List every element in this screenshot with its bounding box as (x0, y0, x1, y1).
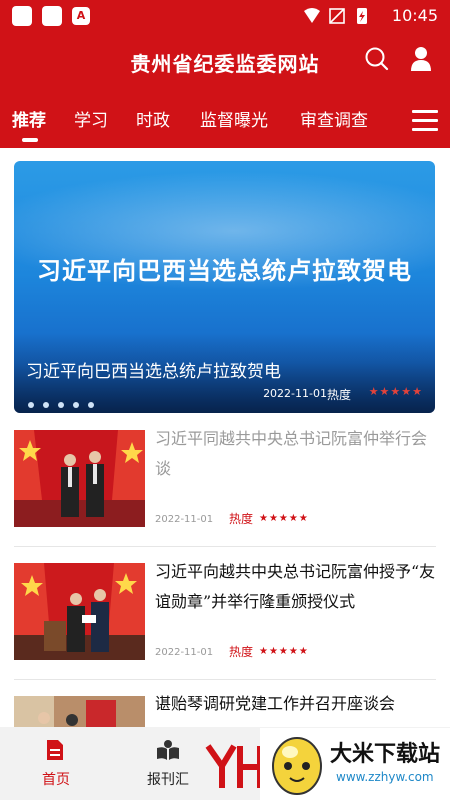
watermark-brand: 大米下载站 (330, 742, 441, 767)
status-icons (304, 8, 367, 24)
banner-heat-label: 热度 (326, 388, 351, 402)
news-thumbnail (14, 696, 145, 728)
notification-icon (12, 6, 32, 26)
user-icon[interactable] (410, 46, 432, 72)
tab-politics[interactable]: 时政 (136, 106, 170, 131)
news-heat-label: 热度 (229, 645, 254, 659)
menu-icon[interactable] (412, 110, 438, 132)
wifi-icon (304, 8, 320, 23)
carousel-dot (43, 402, 49, 408)
divider (14, 546, 436, 547)
news-title: 谌贻琴调研党建工作并召开座谈会 (155, 694, 396, 713)
status-bar: A 10:45 (0, 0, 450, 32)
news-thumbnail (14, 563, 145, 660)
banner-headline: 习近平向巴西当选总统卢拉致贺电 (37, 256, 412, 285)
carousel-indicator (28, 393, 103, 412)
news-heat-label: 热度 (229, 512, 254, 526)
tab-investigation[interactable]: 审查调查 (300, 106, 368, 131)
news-item[interactable]: 习近平向越共中央总书记阮富仲授予“友谊勋章”并举行隆重颁授仪式 2022-11-… (14, 562, 436, 663)
nav-home-label: 首页 (42, 772, 70, 788)
book-icon (157, 740, 179, 760)
banner-caption: 习近平向巴西当选总统卢拉致贺电 (26, 362, 281, 382)
news-title: 习近平向越共中央总书记阮富仲授予“友谊勋章”并举行隆重颁授仪式 (155, 562, 436, 611)
carousel-dot (58, 402, 64, 408)
app-header: A 10:45 贵州省纪委监委网站 推荐 学习 时政 监督曝光 审查调查 (0, 0, 450, 148)
news-title: 习近平同越共中央总书记阮富仲举行会谈 (155, 429, 428, 478)
watermark-badge: 大米下载站 www.zzhyw.com (260, 728, 450, 800)
app-notification-icon: A (72, 7, 90, 25)
rice-mascot-icon (272, 737, 322, 795)
news-item[interactable]: 习近平同越共中央总书记阮富仲举行会谈 2022-11-01 热度 ★★★★★ (14, 429, 436, 530)
carousel-dot (88, 402, 94, 408)
banner-date: 2022-11-01 (263, 387, 327, 400)
yh-logo-icon (205, 744, 263, 788)
carousel-dot (28, 402, 34, 408)
divider (14, 679, 436, 680)
nav-journals-label: 报刊汇 (147, 772, 189, 788)
news-date: 2022-11-01 (155, 514, 214, 525)
news-heat-stars: ★★★★★ (259, 646, 309, 657)
active-tab-indicator (22, 138, 38, 142)
banner-carousel[interactable]: 习近平向巴西当选总统卢拉致贺电 习近平向巴西当选总统卢拉致贺电 2022-11-… (14, 161, 435, 413)
search-icon[interactable] (364, 46, 390, 72)
carousel-dot (73, 402, 79, 408)
tab-supervision-exposure[interactable]: 监督曝光 (200, 106, 268, 131)
tab-study[interactable]: 学习 (74, 106, 108, 131)
tab-recommend[interactable]: 推荐 (12, 106, 46, 131)
watermark-url: www.zzhyw.com (336, 770, 434, 784)
status-time: 10:45 (391, 6, 438, 25)
document-icon (47, 740, 63, 760)
news-thumbnail (14, 430, 145, 527)
news-date: 2022-11-01 (155, 647, 214, 658)
notification-icon (42, 6, 62, 26)
news-heat-stars: ★★★★★ (259, 513, 309, 524)
banner-heat-stars: ★★★★★ (368, 385, 423, 398)
